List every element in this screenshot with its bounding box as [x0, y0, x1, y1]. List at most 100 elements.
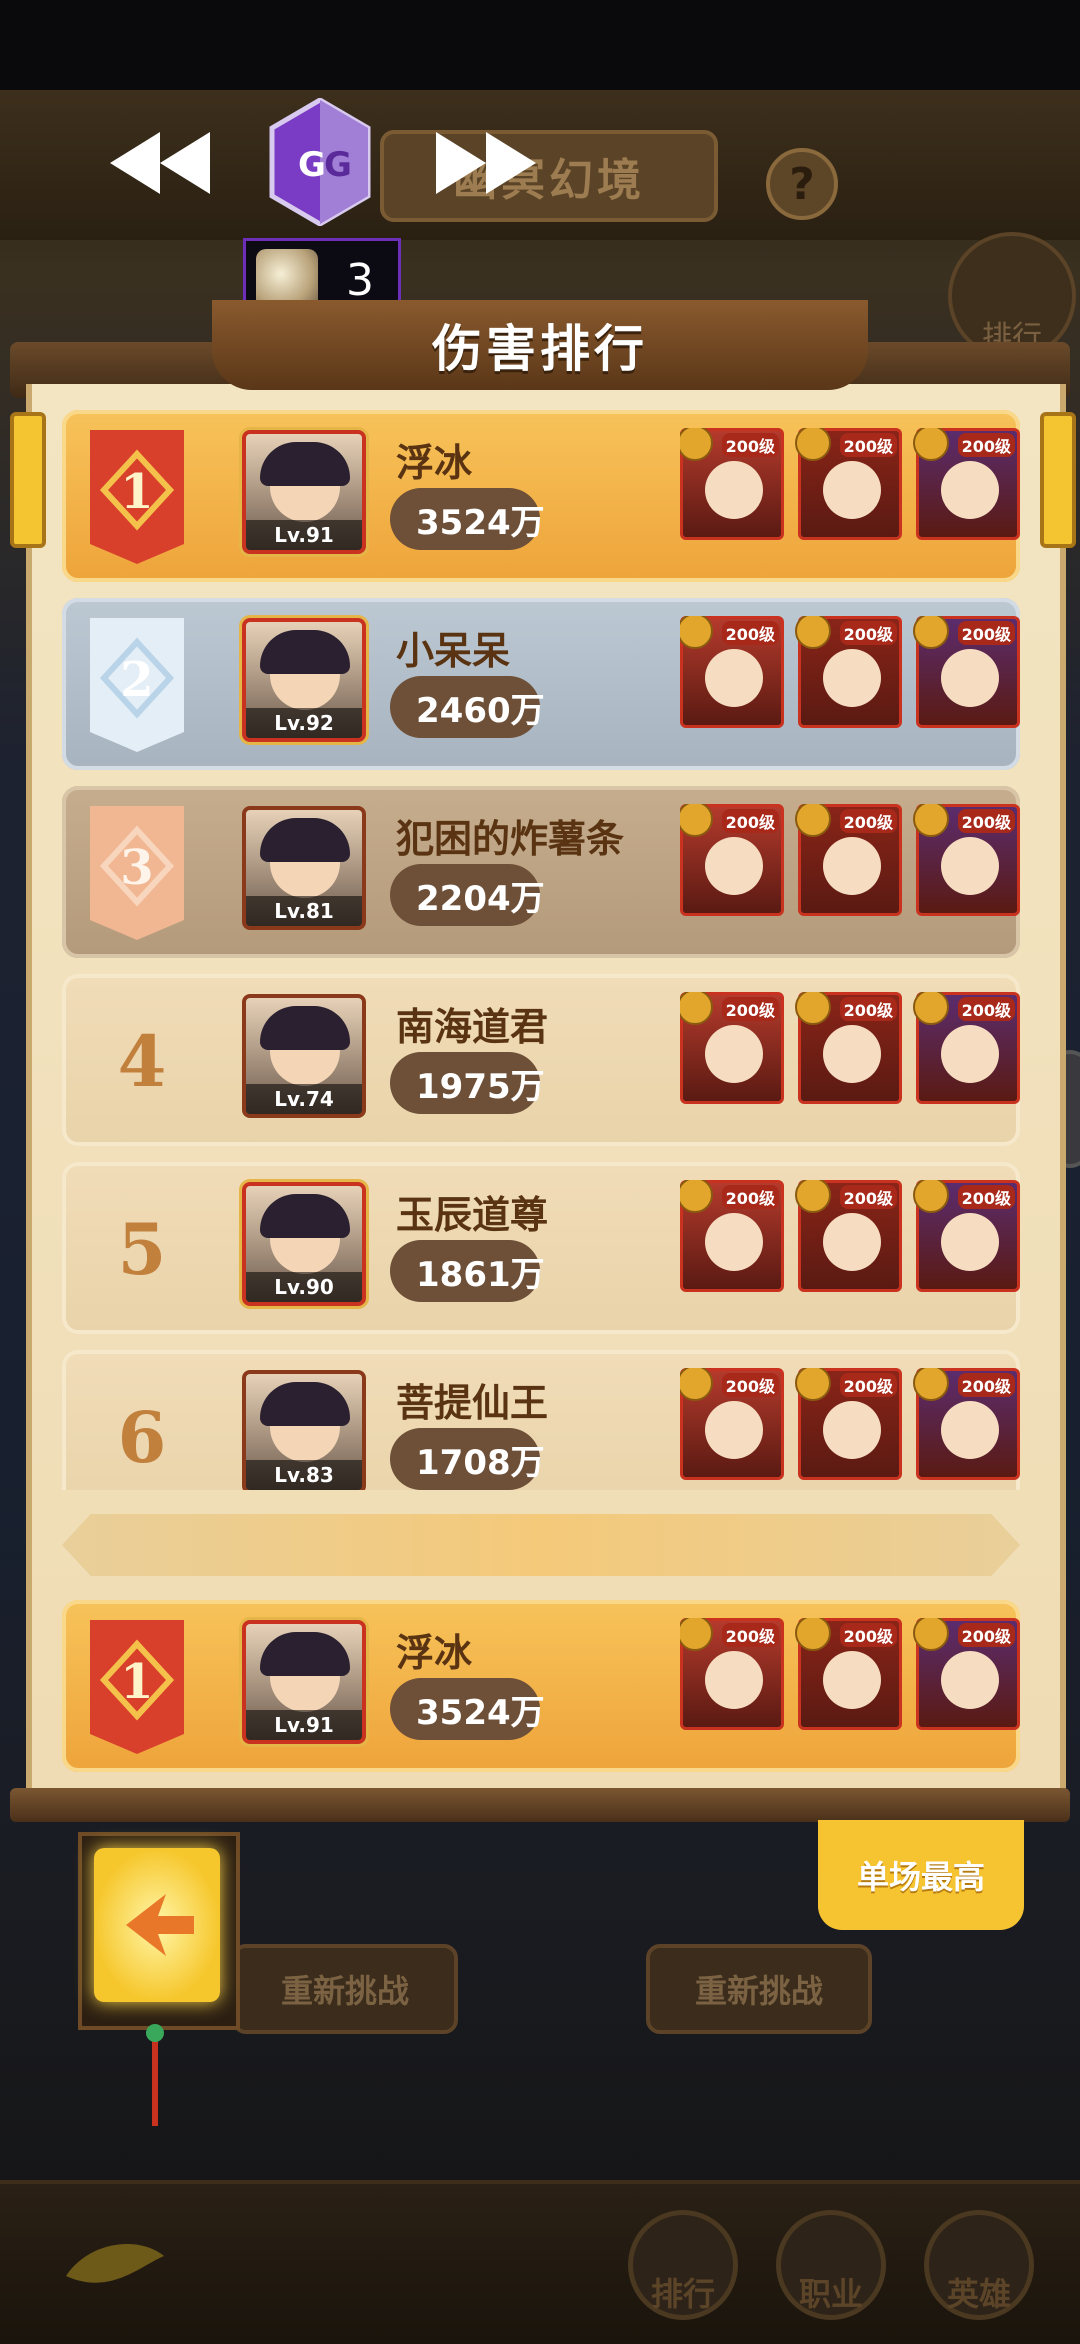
- rank-number: 5: [117, 1208, 167, 1291]
- hero-level-tag: 200级: [839, 1373, 897, 1397]
- hero-portrait[interactable]: 200级: [680, 804, 784, 916]
- player-avatar[interactable]: Lv.92: [242, 618, 366, 742]
- element-badge-icon: [913, 1368, 949, 1401]
- hero-face: [941, 1213, 999, 1271]
- ranking-row[interactable]: 5 Lv.90 玉辰道尊 1861万 200级 200级 200级: [62, 1162, 1020, 1334]
- hero-portrait[interactable]: 200级: [680, 616, 784, 728]
- damage-value: 2460万: [416, 690, 545, 731]
- hero-face: [823, 1025, 881, 1083]
- my-rank-row-container: 1 Lv.91 浮冰 3524万 200级 200级 200级: [62, 1600, 1022, 1780]
- hero-portrait[interactable]: 200级: [680, 1368, 784, 1480]
- single-best-tab[interactable]: 单场最高: [818, 1820, 1024, 1930]
- hero-face: [823, 461, 881, 519]
- hero-face: [941, 461, 999, 519]
- hero-portrait[interactable]: 200级: [795, 428, 902, 540]
- hero-level-tag: 200级: [957, 1185, 1015, 1209]
- rewind-icon[interactable]: [106, 128, 214, 198]
- hero-portrait[interactable]: 200级: [913, 428, 1020, 540]
- hero-face: [823, 1651, 881, 1709]
- hero-portrait[interactable]: 200级: [913, 1180, 1020, 1292]
- retry-button[interactable]: 重新挑战: [232, 1944, 458, 2034]
- hero-face: [941, 1401, 999, 1459]
- hero-portrait[interactable]: 200级: [795, 1618, 902, 1730]
- fast-forward-icon[interactable]: [432, 128, 540, 198]
- hero-level-tag: 200级: [957, 433, 1015, 457]
- hero-portrait[interactable]: 200级: [913, 1618, 1020, 1730]
- player-avatar[interactable]: Lv.91: [242, 1620, 366, 1744]
- retry-button[interactable]: 重新挑战: [646, 1944, 872, 2034]
- lantern-icon: [1040, 412, 1076, 548]
- hero-lineup: 200级 200级 200级: [680, 1180, 1020, 1310]
- back-arrow-icon: [126, 1894, 194, 1956]
- element-badge-icon: [795, 1180, 831, 1213]
- hero-lineup: 200级 200级 200级: [680, 1618, 1020, 1748]
- nav-hero-button[interactable]: 英雄: [924, 2210, 1034, 2320]
- ranking-row[interactable]: 3 Lv.81 犯困的炸薯条 2204万 200级 200级 200级: [62, 786, 1020, 958]
- damage-value: 2204万: [416, 878, 545, 919]
- hero-face: [705, 1401, 763, 1459]
- player-avatar[interactable]: Lv.81: [242, 806, 366, 930]
- element-badge-icon: [680, 1180, 713, 1213]
- hero-portrait[interactable]: 200级: [913, 616, 1020, 728]
- avatar-hair: [260, 1006, 350, 1050]
- damage-score: 1708万: [390, 1428, 545, 1490]
- hero-level-tag: 200级: [839, 621, 897, 645]
- ranking-row[interactable]: 6 Lv.83 菩提仙王 1708万 200级 200级 200级: [62, 1350, 1020, 1490]
- hero-face: [823, 1213, 881, 1271]
- hero-portrait[interactable]: 200级: [680, 992, 784, 1104]
- tassel: [152, 2030, 158, 2126]
- lantern-icon: [10, 412, 46, 548]
- hero-level-tag: 200级: [957, 809, 1015, 833]
- hero-level-tag: 200级: [957, 1623, 1015, 1647]
- hero-portrait[interactable]: 200级: [913, 992, 1020, 1104]
- gg-icon[interactable]: G G: [268, 98, 372, 226]
- hero-level-tag: 200级: [721, 1623, 779, 1647]
- player-avatar[interactable]: Lv.74: [242, 994, 366, 1118]
- hero-portrait[interactable]: 200级: [795, 1368, 902, 1480]
- rank-number: 4: [117, 1020, 167, 1103]
- player-name: 菩提仙王: [396, 1381, 549, 1425]
- hero-portrait[interactable]: 200级: [913, 1368, 1020, 1480]
- ranking-row[interactable]: 4 Lv.74 南海道君 1975万 200级 200级 200级: [62, 974, 1020, 1146]
- hero-portrait[interactable]: 200级: [680, 428, 784, 540]
- player-avatar[interactable]: Lv.83: [242, 1370, 366, 1490]
- list-divider: [62, 1514, 1020, 1576]
- tassel-bead: [146, 2024, 164, 2042]
- hero-level-tag: 200级: [721, 621, 779, 645]
- hero-portrait[interactable]: 200级: [680, 1618, 784, 1730]
- avatar-hair: [260, 630, 350, 674]
- hero-portrait[interactable]: 200级: [795, 804, 902, 916]
- player-avatar[interactable]: Lv.90: [242, 1182, 366, 1306]
- help-icon[interactable]: ?: [766, 148, 838, 220]
- element-badge-icon: [795, 804, 831, 837]
- hero-portrait[interactable]: 200级: [795, 616, 902, 728]
- avatar-hair: [260, 1194, 350, 1238]
- element-badge-icon: [795, 1368, 831, 1401]
- player-level: Lv.91: [246, 520, 362, 550]
- nav-rank-button[interactable]: 排行: [628, 2210, 738, 2320]
- element-badge-icon: [913, 428, 949, 461]
- rank-number: 1: [120, 464, 154, 520]
- hero-lineup: 200级 200级 200级: [680, 428, 1020, 558]
- element-badge-icon: [795, 1618, 831, 1651]
- hero-portrait[interactable]: 200级: [680, 1180, 784, 1292]
- player-name: 犯困的炸薯条: [396, 817, 625, 861]
- hero-level-tag: 200级: [721, 997, 779, 1021]
- player-level: Lv.90: [246, 1272, 362, 1302]
- hero-portrait[interactable]: 200级: [913, 804, 1020, 916]
- hero-face: [705, 1025, 763, 1083]
- leaf-icon[interactable]: [60, 2236, 170, 2306]
- hero-portrait[interactable]: 200级: [795, 992, 902, 1104]
- hero-face: [823, 837, 881, 895]
- hero-portrait[interactable]: 200级: [795, 1180, 902, 1292]
- nav-class-button[interactable]: 职业: [776, 2210, 886, 2320]
- rank-number: 6: [117, 1396, 167, 1479]
- avatar-hair: [260, 818, 350, 862]
- damage-value: 1861万: [416, 1254, 545, 1295]
- ranking-row[interactable]: 2 Lv.92 小呆呆 2460万 200级 200级 200级: [62, 598, 1020, 770]
- my-ranking-row[interactable]: 1 Lv.91 浮冰 3524万 200级 200级 200级: [62, 1600, 1020, 1772]
- ranking-list[interactable]: 1 Lv.91 浮冰 3524万 200级 200级 200级 2 Lv.92 小呆呆 2460万 2…: [62, 400, 1022, 1490]
- ranking-row[interactable]: 1 Lv.91 浮冰 3524万 200级 200级 200级: [62, 410, 1020, 582]
- player-avatar[interactable]: Lv.91: [242, 430, 366, 554]
- rank-side-button[interactable]: 排行: [948, 232, 1076, 360]
